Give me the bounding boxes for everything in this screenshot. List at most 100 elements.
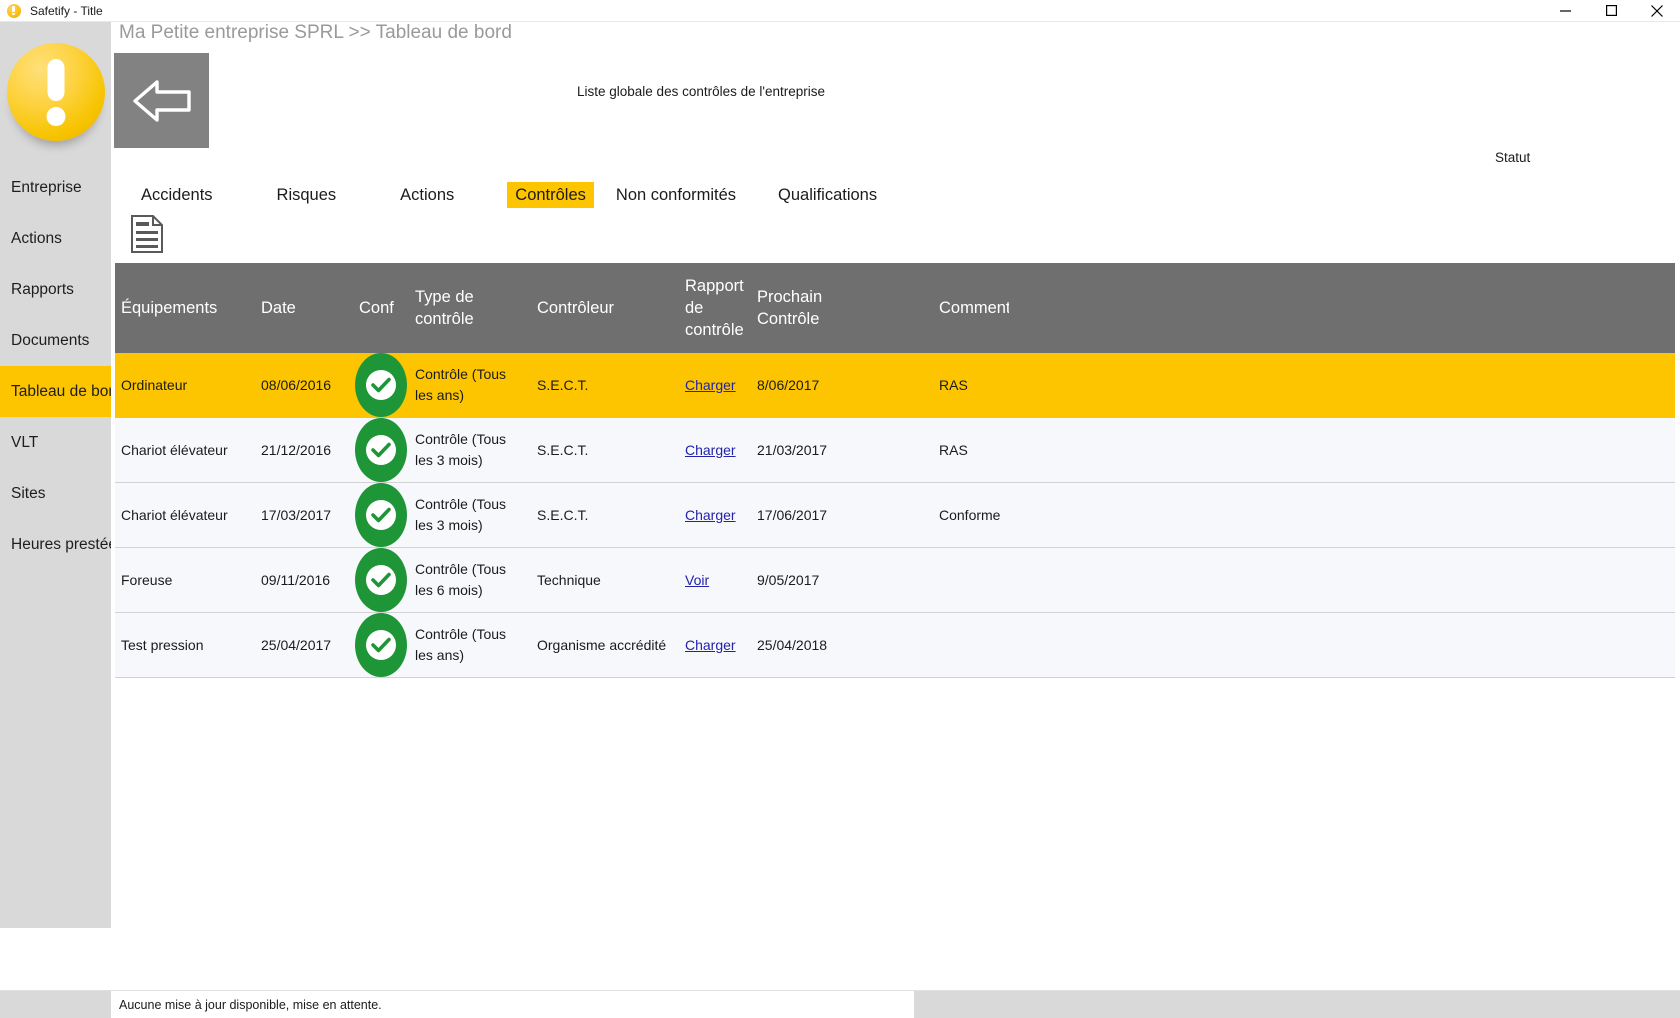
back-button[interactable] xyxy=(114,53,209,148)
status-bar: Aucune mise à jour disponible, mise en a… xyxy=(0,990,1680,1018)
table-row[interactable]: Ordinateur 08/06/2016 Contrôle (Tous les… xyxy=(115,353,1675,418)
window-title: Safetify - Title xyxy=(30,3,103,18)
cell-date: 08/06/2016 xyxy=(261,376,332,393)
statut-label: Statut xyxy=(1495,150,1531,165)
table-row[interactable]: Chariot élévateur 17/03/2017 Contrôle (T… xyxy=(115,483,1675,548)
rapport-link[interactable]: Charger xyxy=(685,442,736,458)
sidebar-item-heures-prestees[interactable]: Heures prestée(s) xyxy=(0,519,135,570)
column-header-type-de-controle[interactable]: Type de contrôle xyxy=(409,286,531,330)
cell-date: 25/04/2017 xyxy=(261,636,332,653)
conforme-check-icon xyxy=(355,353,407,417)
tab-label: Accidents xyxy=(141,186,213,204)
cell-commentaire: RAS xyxy=(939,376,968,393)
tab-label: Contrôles xyxy=(515,186,586,204)
main-content: Ma Petite entreprise SPRL >> Tableau de … xyxy=(111,22,1680,928)
cell-rapport: Charger xyxy=(679,505,751,526)
rapport-link[interactable]: Voir xyxy=(685,572,709,588)
conforme-check-icon xyxy=(355,548,407,612)
sidebar-item-label: Rapports xyxy=(11,280,74,298)
sidebar-item-tableau-de-bord[interactable]: Tableau de bord xyxy=(0,366,122,417)
table-row[interactable]: Chariot élévateur 21/12/2016 Contrôle (T… xyxy=(115,418,1675,483)
column-header-rapport-de-controle[interactable]: Rapport de contrôle xyxy=(679,275,751,341)
tab-label: Actions xyxy=(400,186,455,204)
table-header-row: Équipements Date Conf Type de contrôle C… xyxy=(115,263,1675,353)
tab-label: Risques xyxy=(276,186,337,204)
rapport-link[interactable]: Charger xyxy=(685,377,736,393)
column-header-commentaires[interactable]: Commentaires xyxy=(869,297,1009,319)
column-header-conforme[interactable]: Conf xyxy=(353,297,409,319)
cell-equipement: Test pression xyxy=(121,636,204,653)
cell-type: Contrôle (Tous les ans) xyxy=(415,366,507,403)
cell-date: 21/12/2016 xyxy=(261,441,332,458)
tab-actions[interactable]: Actions xyxy=(392,182,462,208)
minimize-button[interactable] xyxy=(1542,0,1588,22)
column-header-controleur[interactable]: Contrôleur xyxy=(531,297,679,319)
cell-controleur: Organisme accrédité xyxy=(537,636,667,653)
cell-controleur: S.E.C.T. xyxy=(537,376,589,393)
cell-controleur: Technique xyxy=(537,571,601,588)
close-button[interactable] xyxy=(1634,0,1680,22)
cell-rapport: Charger xyxy=(679,440,751,461)
minimize-icon xyxy=(1559,10,1571,12)
sidebar-item-rapports[interactable]: Rapports xyxy=(0,264,111,315)
tab-qualifications[interactable]: Qualifications xyxy=(770,182,885,208)
cell-controleur: S.E.C.T. xyxy=(537,506,589,523)
cell-conforme xyxy=(353,353,409,417)
tab-accidents[interactable]: Accidents xyxy=(133,182,221,208)
title-bar: Safetify - Title xyxy=(0,0,1680,22)
controles-table: Équipements Date Conf Type de contrôle C… xyxy=(115,263,1675,678)
cell-prochain: 17/06/2017 xyxy=(757,506,828,523)
cell-equipement: Ordinateur xyxy=(121,376,188,393)
document-export-button[interactable] xyxy=(129,214,165,254)
cell-type: Contrôle (Tous les ans) xyxy=(415,626,507,663)
cell-type: Contrôle (Tous les 6 mois) xyxy=(415,561,507,598)
cell-type: Contrôle (Tous les 3 mois) xyxy=(415,431,507,468)
cell-conforme xyxy=(353,548,409,612)
rapport-link[interactable]: Charger xyxy=(685,637,736,653)
tab-risques[interactable]: Risques xyxy=(269,182,345,208)
status-bar-right-pad xyxy=(914,990,1680,1018)
sidebar-item-entreprise[interactable]: Entreprise xyxy=(0,162,111,213)
back-arrow-icon xyxy=(132,79,191,122)
sidebar-item-sites[interactable]: Sites xyxy=(0,468,111,519)
cell-commentaire: Conforme xyxy=(939,506,1001,523)
sidebar: Entreprise Actions Rapports Documents Ta… xyxy=(0,22,135,928)
rapport-link[interactable]: Charger xyxy=(685,507,736,523)
close-icon xyxy=(1651,4,1663,17)
conforme-check-icon xyxy=(355,483,407,547)
tab-controles[interactable]: Contrôles xyxy=(507,182,594,208)
safetify-logo-icon xyxy=(6,3,22,19)
sidebar-item-label: Tableau de bord xyxy=(11,382,123,400)
column-header-date[interactable]: Date xyxy=(255,297,353,319)
sidebar-item-actions[interactable]: Actions xyxy=(0,213,111,264)
conforme-check-icon xyxy=(355,613,407,677)
sidebar-item-vlt[interactable]: VLT xyxy=(0,417,111,468)
cell-prochain: 8/06/2017 xyxy=(757,376,820,393)
tab-label: Qualifications xyxy=(778,186,878,204)
cell-prochain: 21/03/2017 xyxy=(757,441,828,458)
cell-equipement: Chariot élévateur xyxy=(121,506,228,523)
breadcrumb: Ma Petite entreprise SPRL >> Tableau de … xyxy=(119,22,512,43)
application-window: Safetify - Title Entreprise Actions Rapp… xyxy=(0,0,1680,1018)
column-header-prochain-controle[interactable]: Prochain Contrôle xyxy=(751,286,869,330)
sidebar-logo xyxy=(0,22,111,162)
table-row[interactable]: Foreuse 09/11/2016 Contrôle (Tous les 6 … xyxy=(115,548,1675,613)
sidebar-item-documents[interactable]: Documents xyxy=(0,315,111,366)
cell-prochain: 25/04/2018 xyxy=(757,636,828,653)
status-bar-left-pad xyxy=(0,990,111,1018)
sidebar-item-label: Documents xyxy=(11,331,90,349)
conforme-check-icon xyxy=(355,418,407,482)
cell-type: Contrôle (Tous les 3 mois) xyxy=(415,496,507,533)
cell-conforme xyxy=(353,483,409,547)
maximize-button[interactable] xyxy=(1588,0,1634,22)
cell-conforme xyxy=(353,613,409,677)
tab-non-conformites[interactable]: Non conformités xyxy=(608,182,744,208)
table-row[interactable]: Test pression 25/04/2017 Contrôle (Tous … xyxy=(115,613,1675,678)
cell-conforme xyxy=(353,418,409,482)
sidebar-item-label: Actions xyxy=(11,229,62,247)
tab-bar: Accidents Risques Actions Contrôles Non … xyxy=(111,182,885,208)
safetify-logo xyxy=(6,43,105,141)
document-export-icon xyxy=(131,215,163,253)
cell-rapport: Voir xyxy=(679,570,751,591)
column-header-equipements[interactable]: Équipements xyxy=(115,297,255,319)
